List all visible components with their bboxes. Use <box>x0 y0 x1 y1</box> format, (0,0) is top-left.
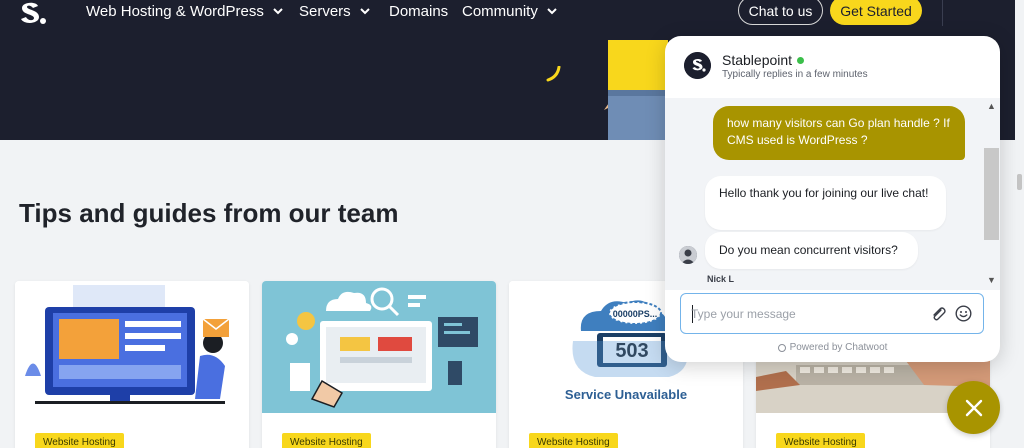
close-chat-button[interactable] <box>947 381 1000 434</box>
guide-card[interactable]: Website Hosting <box>15 281 249 448</box>
message-composer <box>680 293 984 334</box>
category-badge[interactable]: Website Hosting <box>529 433 618 448</box>
chevron-down-icon <box>547 8 557 15</box>
scroll-down-icon[interactable]: ▼ <box>987 275 996 285</box>
agent-name: Nick L <box>707 274 735 284</box>
page-scrollbar[interactable] <box>1015 0 1024 448</box>
nav-servers-label: Servers <box>299 2 351 20</box>
chatwoot-logo-icon <box>777 343 786 352</box>
category-badge[interactable]: Website Hosting <box>776 433 865 448</box>
nav-community-label: Community <box>462 2 538 20</box>
category-badge[interactable]: Website Hosting <box>35 433 124 448</box>
nav-domains-label: Domains <box>389 2 449 20</box>
nav-web-hosting[interactable]: Web Hosting & WordPress <box>86 2 284 20</box>
chat-name-label: Stablepoint <box>722 52 793 68</box>
guide-card[interactable]: Website Hosting <box>262 281 496 448</box>
error-bubble-text: 00000PS... <box>613 309 658 319</box>
section-title: Tips and guides from our team <box>19 198 399 228</box>
chat-header: Stablepoint Typically replies in a few m… <box>665 36 1000 98</box>
stablepoint-logo[interactable] <box>18 0 46 26</box>
nav-divider <box>942 0 943 26</box>
chat-reply-time: Typically replies in a few minutes <box>722 69 868 80</box>
agent-message: Do you mean concurrent visitors? <box>705 232 918 269</box>
service-unavailable-text: Service Unavailable <box>565 387 687 402</box>
hero-person-image <box>604 40 668 140</box>
nav-community[interactable]: Community <box>462 2 558 20</box>
card-image-website-design <box>15 281 249 413</box>
chat-scrollbar[interactable]: ▲ ▼ <box>983 98 1000 290</box>
agent-message: Hello thank you for joining our live cha… <box>705 176 946 230</box>
category-badge[interactable]: Website Hosting <box>282 433 371 448</box>
emoji-icon[interactable] <box>955 305 972 322</box>
card-image-web-development <box>262 281 496 413</box>
message-input[interactable] <box>691 304 911 324</box>
powered-by-label: Powered by Chatwoot <box>789 342 888 353</box>
paperclip-icon[interactable] <box>930 306 946 322</box>
scroll-up-icon[interactable]: ▲ <box>987 101 996 111</box>
nav-domains[interactable]: Domains <box>389 2 449 20</box>
chat-title: Stablepoint <box>722 52 805 68</box>
chat-scrollbar-thumb[interactable] <box>984 148 999 240</box>
chat-to-us-button[interactable]: Chat to us <box>738 0 823 25</box>
chat-messages: how many visitors can Go plan handle ? I… <box>665 98 1000 290</box>
powered-by[interactable]: Powered by Chatwoot <box>665 342 1000 353</box>
nav-web-hosting-label: Web Hosting & WordPress <box>86 2 264 20</box>
get-started-button[interactable]: Get Started <box>830 0 922 25</box>
stablepoint-avatar <box>684 52 711 79</box>
chevron-down-icon <box>273 8 283 15</box>
decorative-spark-icon <box>546 66 561 82</box>
page-scrollbar-thumb[interactable] <box>1017 174 1022 190</box>
close-icon <box>965 399 982 416</box>
main-nav: Web Hosting & WordPress Servers Domains … <box>0 0 1024 38</box>
chevron-down-icon <box>359 8 370 15</box>
nav-servers[interactable]: Servers <box>299 2 371 20</box>
visitor-message: how many visitors can Go plan handle ? I… <box>713 106 965 160</box>
online-status-dot <box>797 56 805 64</box>
chat-widget: Stablepoint Typically replies in a few m… <box>665 36 1000 362</box>
agent-avatar <box>679 246 697 264</box>
